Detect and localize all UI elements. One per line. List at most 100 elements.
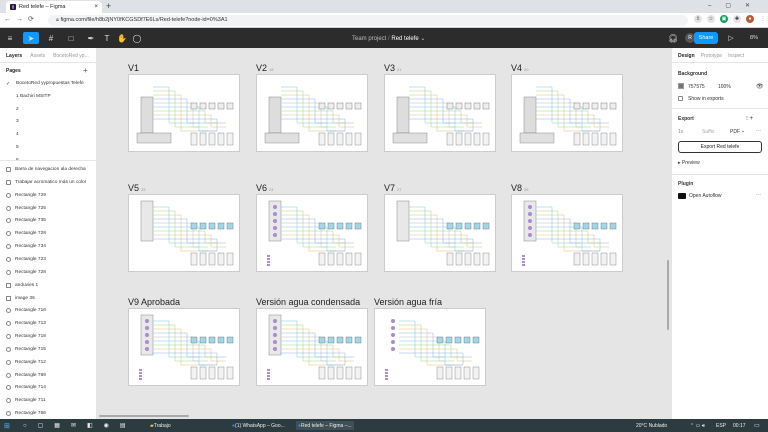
- diagram-frame[interactable]: [256, 308, 368, 386]
- frame-label[interactable]: V8 26: [511, 183, 528, 193]
- tab-design[interactable]: Design: [678, 53, 695, 59]
- new-tab-button[interactable]: +: [106, 1, 111, 11]
- tab-inspect[interactable]: Inspect: [728, 53, 744, 59]
- export-add-icon[interactable]: ⁝ +: [746, 115, 753, 122]
- diagram-frame[interactable]: [384, 74, 496, 152]
- tab-page-selector[interactable]: BocetoRed yp...: [53, 53, 89, 59]
- diagram-frame[interactable]: [128, 308, 240, 386]
- tab-layers[interactable]: Layers: [6, 53, 22, 59]
- layer-item[interactable]: Rectangle 723: [0, 253, 96, 266]
- layer-item[interactable]: Rectangle 712: [0, 356, 96, 369]
- layer-item[interactable]: Rectangle 725: [0, 202, 96, 215]
- layer-item[interactable]: Rectangle 713: [0, 317, 96, 330]
- chevron-down-icon[interactable]: ⌄: [420, 36, 425, 42]
- taskbar-app-whatsapp[interactable]: ● (1) WhatsApp – Goo...: [232, 421, 285, 430]
- frame-label[interactable]: V2 18: [256, 63, 273, 73]
- vertical-scrollbar-thumb[interactable]: [667, 260, 669, 330]
- browser-menu-icon[interactable]: ⋮: [759, 15, 767, 23]
- frame-label[interactable]: V4 20: [511, 63, 528, 73]
- layer-item[interactable]: image 36: [0, 292, 96, 305]
- export-format-select[interactable]: PDF: [730, 129, 740, 135]
- profile-avatar[interactable]: ●: [746, 15, 754, 23]
- diagram-frame[interactable]: [256, 194, 368, 272]
- page-item[interactable]: 4: [0, 128, 96, 141]
- diagram-frame[interactable]: [511, 194, 623, 272]
- share-button[interactable]: Share: [694, 32, 718, 44]
- more-options-icon[interactable]: ⋯: [756, 192, 761, 198]
- text-tool-icon[interactable]: T: [102, 32, 112, 44]
- tray-icons[interactable]: ⌃ ▭ 🔊︎: [690, 421, 705, 430]
- comment-tool-icon[interactable]: ◯: [132, 32, 142, 44]
- frame-tool-icon[interactable]: #: [44, 32, 58, 44]
- layer-item[interactable]: Rectangle 735: [0, 214, 96, 227]
- background-swatch[interactable]: [678, 83, 684, 89]
- frame-label[interactable]: V6 24: [256, 183, 273, 193]
- clock[interactable]: 00:17: [733, 421, 746, 430]
- frame-label[interactable]: V3 21: [384, 63, 401, 73]
- frame-label[interactable]: V1: [128, 63, 139, 73]
- page-item[interactable]: ✓ BocetoRed yypropuestas Telefe: [0, 77, 96, 90]
- layer-item[interactable]: Rectangle 769: [0, 369, 96, 382]
- play-icon[interactable]: ▷: [727, 32, 735, 44]
- layer-item[interactable]: Rectangle 734: [0, 240, 96, 253]
- taskbar-app-trabajo[interactable]: ▰ Trabajo: [150, 421, 171, 430]
- page-item[interactable]: 3: [0, 115, 96, 128]
- extension-icon[interactable]: ▣: [720, 15, 728, 23]
- puzzle-icon[interactable]: ✚: [733, 15, 741, 23]
- layer-item[interactable]: Rectangle 728: [0, 266, 96, 279]
- window-controls[interactable]: –▢✕: [708, 2, 764, 9]
- page-item[interactable]: 1 Bachiri MSITP: [0, 90, 96, 103]
- close-tab-icon[interactable]: ×: [94, 4, 98, 10]
- frame-label[interactable]: V9 Aprobada: [128, 297, 180, 307]
- show-exports-checkbox[interactable]: [678, 96, 683, 101]
- visibility-eye-icon[interactable]: 👁︎: [756, 83, 764, 90]
- headphones-icon[interactable]: 🎧︎: [668, 32, 678, 44]
- export-suffix-input[interactable]: Suffix: [702, 129, 714, 135]
- export-scale[interactable]: 1x: [678, 129, 683, 135]
- diagram-frame[interactable]: [384, 194, 496, 272]
- weather-widget[interactable]: 20°C Nublado: [636, 421, 667, 430]
- plugin-name[interactable]: Open Autoflow: [689, 193, 722, 199]
- pen-tool-icon[interactable]: ✒: [84, 32, 98, 44]
- diagram-frame[interactable]: [256, 74, 368, 152]
- diagram-frame[interactable]: [128, 194, 240, 272]
- nav-buttons[interactable]: ←→⟳: [4, 15, 39, 23]
- team-name[interactable]: Team project: [352, 36, 386, 42]
- bookmark-star-icon[interactable]: ☆: [707, 15, 715, 23]
- canvas[interactable]: V1 V2 18 V3 21 V4 20 V5 25 V6 24 V7 27 V8 26 V9 Aprobad…: [97, 48, 671, 419]
- diagram-frame[interactable]: [511, 74, 623, 152]
- diagram-frame[interactable]: [374, 308, 486, 386]
- frame-label[interactable]: V7 27: [384, 183, 401, 193]
- page-item[interactable]: 2: [0, 103, 96, 116]
- diagram-frame[interactable]: [128, 74, 240, 152]
- layer-item[interactable]: Rectangle 714: [0, 381, 96, 394]
- frame-label[interactable]: V5 25: [128, 183, 145, 193]
- layer-item[interactable]: Rectangle 766: [0, 407, 96, 419]
- scrollbar-thumb[interactable]: [99, 415, 189, 417]
- layer-item[interactable]: Trabajar acromatico más un color: [0, 176, 96, 189]
- tab-assets[interactable]: Assets: [30, 53, 45, 59]
- url-input[interactable]: 🔒︎ figma.com/file/h8b2jNY0fKCGSDf7E6Ls/R…: [48, 15, 688, 26]
- layer-item[interactable]: Rectangle 728: [0, 227, 96, 240]
- file-name[interactable]: Red telefe: [391, 36, 418, 42]
- frame-label[interactable]: Versión agua fría: [374, 297, 442, 307]
- shape-tool-icon[interactable]: □: [64, 32, 78, 44]
- layer-item[interactable]: Rectangle 729: [0, 189, 96, 202]
- layer-item[interactable]: Rectangle 711: [0, 394, 96, 407]
- add-page-icon[interactable]: +: [83, 66, 88, 75]
- layer-item[interactable]: Rectangle 715: [0, 343, 96, 356]
- taskbar-pinned-icons[interactable]: ○▢▦✉◧◉▤: [23, 421, 137, 430]
- windows-start-icon[interactable]: ⊞: [4, 421, 10, 430]
- frame-label[interactable]: Versión agua condensada: [256, 297, 360, 307]
- share-page-icon[interactable]: ⇪: [694, 15, 702, 23]
- more-options-icon[interactable]: ⋯: [756, 128, 761, 134]
- main-menu-icon[interactable]: ≡: [3, 32, 17, 44]
- page-item[interactable]: 5: [0, 141, 96, 154]
- notifications-icon[interactable]: ▭: [754, 421, 760, 430]
- export-button[interactable]: Export Red telefe: [678, 141, 762, 153]
- layer-item[interactable]: Rectangle 718: [0, 330, 96, 343]
- zoom-level[interactable]: 8%: [746, 32, 762, 44]
- move-tool-icon[interactable]: ➤: [23, 32, 39, 44]
- background-hex-input[interactable]: 757575: [688, 84, 705, 90]
- tab-prototype[interactable]: Prototype: [701, 53, 722, 59]
